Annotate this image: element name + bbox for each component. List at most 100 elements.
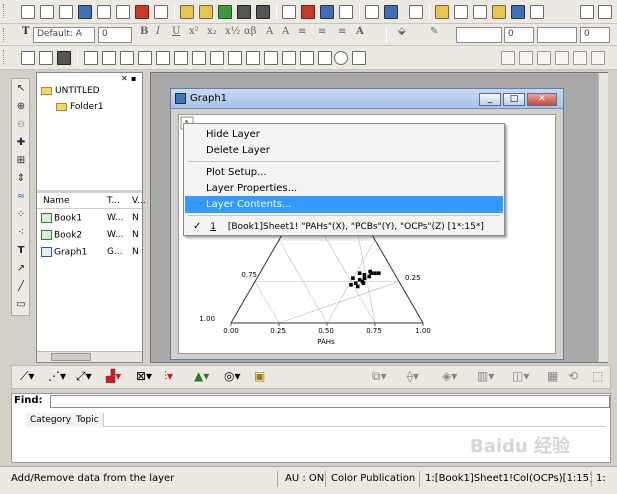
pointer-icon[interactable]: ↖ [15,83,27,95]
tab-category[interactable]: Category [26,413,77,427]
menu-layer-properties[interactable]: Layer Properties... [185,180,503,197]
toolbar-grip[interactable] [3,4,6,18]
new-layout-icon[interactable] [135,5,149,19]
zoom-in-icon[interactable]: ⊕ [15,101,27,113]
greek-icon[interactable]: αβ [244,26,257,37]
rescale-icon[interactable] [84,51,98,65]
3d-bar-icon[interactable]: ▥▾ [477,369,494,383]
timestamp-icon[interactable] [334,51,348,65]
command-window-icon[interactable] [473,5,487,19]
list-item[interactable]: Book1 W... N [41,213,141,224]
export-icon[interactable] [339,5,353,19]
project-explorer-icon[interactable] [409,5,423,19]
new-project-icon[interactable] [21,5,35,19]
new-matrix-icon[interactable] [97,5,111,19]
zoom-in-page-icon[interactable] [21,51,35,65]
new-function-icon[interactable] [116,5,130,19]
subscript-icon[interactable]: x₂ [207,26,217,37]
print-icon[interactable] [365,5,379,19]
italic-icon[interactable]: I [156,26,160,37]
add-inset-data-icon[interactable] [174,51,188,65]
supersub-icon[interactable]: x½ [225,26,240,37]
data-reader-icon[interactable]: ⊞ [15,155,27,167]
add-right-y-icon[interactable] [138,51,152,65]
align-center-icon[interactable]: ≡ [318,26,326,37]
menu-layer-contents[interactable]: Layer Contents... [185,196,503,213]
fill-size-field[interactable]: 0 [580,27,610,43]
save-icon[interactable] [237,5,251,19]
col-name[interactable]: Name [43,196,70,206]
col-view[interactable]: V... [132,196,146,206]
find-input[interactable] [50,395,610,408]
layer-icon[interactable] [318,51,332,65]
fill-color-icon[interactable]: ⬙ [398,26,406,37]
status-active-data[interactable]: 1:[Book1]Sheet1!Col(OCPs)[1:15] [422,471,592,487]
whole-page-icon[interactable] [57,51,71,65]
increase-font-icon[interactable]: A [266,26,273,37]
close-button[interactable]: ✕ [527,93,557,106]
merge-graph-icon[interactable] [192,51,206,65]
scroll-thumb[interactable] [51,353,91,361]
template-library-icon[interactable]: ▣ [254,369,265,383]
status-theme[interactable]: Color Publication [328,471,420,487]
line-tool-icon[interactable]: ╱ [15,281,27,293]
minimize-button[interactable]: _ [479,93,501,106]
new-graph-icon[interactable] [78,5,92,19]
new-notes-icon[interactable] [154,5,168,19]
status-layer[interactable]: 1: [593,471,615,487]
add-inset-icon[interactable] [156,51,170,65]
decrease-font-icon[interactable]: A [282,26,289,37]
arrow-tool-icon[interactable]: ↗ [15,263,27,275]
explorer-hscrollbar[interactable] [37,351,142,362]
zoom-out-page-icon[interactable] [39,51,53,65]
statistics-plot-icon[interactable]: ⫶▾ [164,369,173,384]
table-icon[interactable] [352,51,366,65]
disable-mask-icon[interactable] [573,51,587,65]
color-scale-icon[interactable] [300,51,314,65]
image-plot-icon[interactable]: ▦ [547,369,558,383]
scale-layers-icon[interactable] [264,51,278,65]
column-plot-icon[interactable]: ▟▾ [106,369,121,383]
status-autoupdate[interactable]: AU : ON [282,471,326,487]
3d-plot-icon[interactable]: ⧉▾ [372,369,387,384]
scatter-plot-icon[interactable]: ⋰▾ [48,369,66,383]
open-template-icon[interactable] [199,5,213,19]
zoom-out-icon[interactable]: ⊖ [15,119,27,131]
region-select-icon[interactable]: ⁘ [15,209,27,221]
import-wizard-icon[interactable] [320,5,334,19]
bold-icon[interactable]: B [140,26,148,37]
settings-icon[interactable] [580,5,594,19]
layer-manager-icon[interactable] [210,51,224,65]
line-symbol-icon[interactable]: ⤢▾ [76,369,92,384]
contour-icon[interactable]: ◫▾ [512,369,529,383]
list-item[interactable]: Book2 W... N [41,230,141,241]
save-template-icon[interactable] [256,5,270,19]
3d-wire-icon[interactable]: ⟠▾ [407,369,419,383]
area-plot-icon[interactable]: ▲▾ [194,369,209,383]
text-tool-icon[interactable]: T [15,245,27,257]
menu-hide-layer[interactable]: Hide Layer [185,126,503,143]
rectangle-tool-icon[interactable]: ▭ [15,299,27,311]
3d-tools-icon[interactable]: ⬚ [592,369,603,383]
3d-surface-icon[interactable]: ◈▾ [442,369,457,383]
underline-icon[interactable]: U [172,26,180,37]
swap-mask-icon[interactable] [555,51,569,65]
add-layer-icon[interactable] [102,51,116,65]
workspace-vscrollbar[interactable] [598,73,608,362]
refresh-icon[interactable] [384,5,398,19]
new-excel-icon[interactable] [59,5,73,19]
add-top-x-icon[interactable] [120,51,134,65]
menu-plot-entry[interactable]: ✓ 1 [Book1]Sheet1! "PAHs"(X), "PCBs"(Y),… [185,218,503,235]
superscript-icon[interactable]: x² [189,26,199,37]
mask-color-icon[interactable] [591,51,605,65]
legend-icon[interactable] [282,51,296,65]
font-name-field[interactable]: Default: A [33,27,95,43]
graph-titlebar[interactable]: Graph1 _ □ ✕ [171,89,563,109]
new-workbook-icon[interactable] [40,5,54,19]
hide-mask-icon[interactable] [537,51,551,65]
apps-icon[interactable] [530,5,544,19]
pattern-field[interactable] [537,27,577,43]
unmask-icon[interactable] [519,51,533,65]
import-multiple-icon[interactable] [301,5,315,19]
align-right-icon[interactable]: ≡ [338,26,346,37]
